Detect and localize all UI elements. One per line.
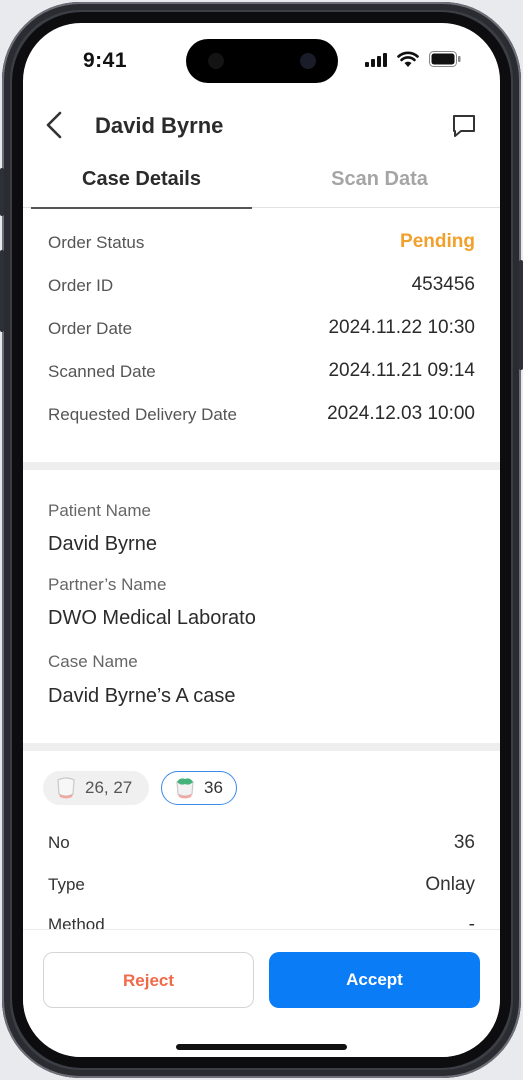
- info-label: Order Status: [48, 233, 145, 252]
- detail-row-no: No 36: [23, 823, 500, 863]
- info-label: Order ID: [48, 276, 114, 295]
- info-row-scanned-date: Scanned Date 2024.11.21 09:14: [23, 348, 500, 391]
- tooth-chip-label: 26, 27: [85, 778, 133, 797]
- info-value: 2024.11.22 10:30: [328, 317, 475, 338]
- info-label: Scanned Date: [48, 362, 156, 381]
- patient-name-label: Patient Name: [48, 501, 151, 520]
- info-row-delivery-date: Requested Delivery Date 2024.12.03 10:00: [23, 391, 500, 434]
- case-name-label: Case Name: [48, 652, 138, 671]
- info-row-order-date: Order Date 2024.11.22 10:30: [23, 305, 500, 348]
- status-bar: 9:41: [23, 23, 500, 97]
- tab-scan-data[interactable]: Scan Data: [269, 163, 490, 207]
- wifi-icon: [397, 51, 419, 67]
- tab-case-details[interactable]: Case Details: [31, 163, 252, 209]
- detail-label: Type: [48, 875, 85, 894]
- order-info-section: Order Status Pending Order ID 453456 Ord…: [23, 219, 500, 434]
- tab-bar: Case Details Scan Data: [23, 163, 500, 209]
- battery-icon: [429, 51, 461, 67]
- reject-button[interactable]: Reject: [43, 952, 254, 1008]
- tooth-chip-label: 36: [204, 778, 223, 797]
- dynamic-island: [186, 39, 338, 83]
- detail-row-type: Type Onlay: [23, 865, 500, 905]
- tooth-chip-26-27[interactable]: 26, 27: [43, 771, 149, 805]
- patient-name: David Byrne: [48, 533, 157, 555]
- signal-icon: [365, 53, 387, 67]
- info-value: 2024.12.03 10:00: [327, 403, 475, 424]
- side-button: [0, 250, 4, 332]
- section-divider: [23, 743, 500, 751]
- home-indicator[interactable]: [176, 1044, 347, 1050]
- chat-icon[interactable]: [451, 113, 477, 139]
- app-header: David Byrne: [23, 97, 500, 155]
- accept-button[interactable]: Accept: [269, 952, 480, 1008]
- info-label: Order Date: [48, 319, 133, 338]
- partner-name: DWO Medical Laborato: [48, 607, 256, 629]
- info-value: 2024.11.21 09:14: [328, 360, 475, 381]
- status-time: 9:41: [83, 49, 128, 72]
- detail-label: No: [48, 833, 70, 852]
- side-button: [0, 168, 4, 216]
- section-divider: [23, 462, 500, 470]
- info-value: 453456: [411, 274, 475, 295]
- onlay-tooth-icon: [176, 778, 194, 799]
- page-title: David Byrne: [95, 113, 224, 138]
- detail-value: 36: [453, 832, 475, 853]
- info-row-order-id: Order ID 453456: [23, 262, 500, 305]
- detail-value: Onlay: [425, 874, 475, 895]
- action-bar: Reject Accept: [23, 929, 500, 1057]
- sensor-icon: [208, 53, 224, 69]
- status-badge: Pending: [400, 231, 475, 252]
- partner-name-label: Partner’s Name: [48, 575, 167, 594]
- case-name: David Byrne’s A case: [48, 685, 236, 707]
- camera-icon: [300, 53, 316, 69]
- back-arrow-icon[interactable]: [43, 111, 67, 139]
- side-button: [519, 260, 523, 370]
- tooth-chip-36[interactable]: 36: [161, 771, 237, 805]
- crown-tooth-icon: [57, 777, 75, 799]
- app-screen: 9:41 David Byrne Case Details Scan Data …: [23, 23, 500, 1057]
- info-label: Requested Delivery Date: [48, 405, 237, 424]
- info-row-order-status: Order Status Pending: [23, 219, 500, 262]
